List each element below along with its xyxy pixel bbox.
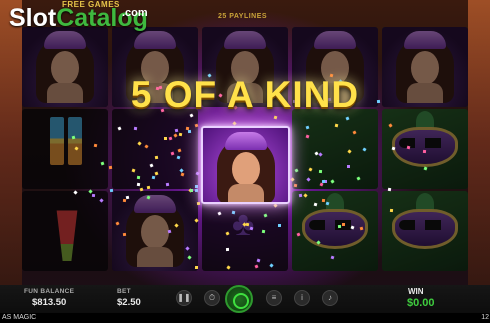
confetti-piece bbox=[389, 208, 393, 213]
confetti-piece bbox=[91, 193, 96, 197]
balance-label: FUN BALANCE bbox=[24, 288, 75, 295]
confetti-piece bbox=[231, 210, 236, 215]
symbol-mask bbox=[292, 191, 378, 271]
confetti-piece bbox=[71, 135, 76, 140]
bet-value: $2.50 bbox=[117, 297, 141, 308]
system-clock: 12 bbox=[481, 314, 489, 321]
confetti-piece bbox=[194, 265, 198, 269]
sound-icon[interactable]: ♪ bbox=[322, 290, 338, 306]
title-bar bbox=[0, 313, 490, 323]
confetti-piece bbox=[278, 224, 282, 228]
balance-value: $813.50 bbox=[32, 297, 67, 308]
win-label: WIN bbox=[408, 287, 424, 296]
confetti-piece bbox=[154, 155, 158, 159]
confetti-piece bbox=[337, 224, 341, 228]
win-banner: 5 OF A KIND bbox=[130, 74, 360, 115]
confetti-piece bbox=[342, 222, 346, 226]
symbol-cocktail bbox=[22, 191, 108, 271]
right-curtain bbox=[468, 0, 490, 285]
confetti-piece bbox=[115, 221, 120, 226]
bet-label: BET bbox=[117, 288, 131, 295]
confetti-piece bbox=[136, 182, 141, 186]
confetti-piece bbox=[163, 136, 167, 140]
game-stage: 5 OF A KIND bbox=[0, 0, 490, 323]
winning-symbol-lady bbox=[201, 126, 290, 204]
confetti-piece bbox=[422, 149, 426, 154]
game-title: AS MAGIC bbox=[2, 314, 37, 321]
info-icon[interactable]: i bbox=[294, 290, 310, 306]
confetti-piece bbox=[122, 232, 126, 237]
confetti-piece bbox=[321, 198, 326, 202]
symbol-drinks bbox=[22, 109, 108, 189]
clock-icon[interactable]: ⏱ bbox=[204, 290, 220, 306]
confetti-piece bbox=[318, 170, 322, 174]
logo-part-1: Slot bbox=[9, 4, 57, 32]
win-value: $0.00 bbox=[407, 297, 435, 309]
stack-icon[interactable]: ≡ bbox=[266, 290, 282, 306]
symbol-lady bbox=[112, 191, 198, 271]
logo-domain: .com bbox=[122, 7, 148, 19]
symbol-mask bbox=[382, 191, 468, 271]
confetti-piece bbox=[151, 175, 156, 179]
confetti-piece bbox=[226, 264, 231, 270]
confetti-piece bbox=[321, 179, 325, 183]
confetti-piece bbox=[144, 143, 149, 149]
left-curtain bbox=[0, 0, 22, 285]
confetti-piece bbox=[194, 184, 198, 188]
pause-icon[interactable]: ❚❚ bbox=[176, 290, 192, 306]
confetti-piece bbox=[261, 229, 265, 234]
spin-button[interactable] bbox=[225, 285, 253, 313]
paylines-label: 25 PAYLINES bbox=[218, 13, 268, 20]
confetti-piece bbox=[190, 188, 194, 192]
site-logo: SlotCatalog .com bbox=[9, 4, 148, 32]
confetti-piece bbox=[346, 165, 350, 169]
confetti-piece bbox=[122, 198, 127, 202]
confetti-piece bbox=[131, 168, 136, 173]
